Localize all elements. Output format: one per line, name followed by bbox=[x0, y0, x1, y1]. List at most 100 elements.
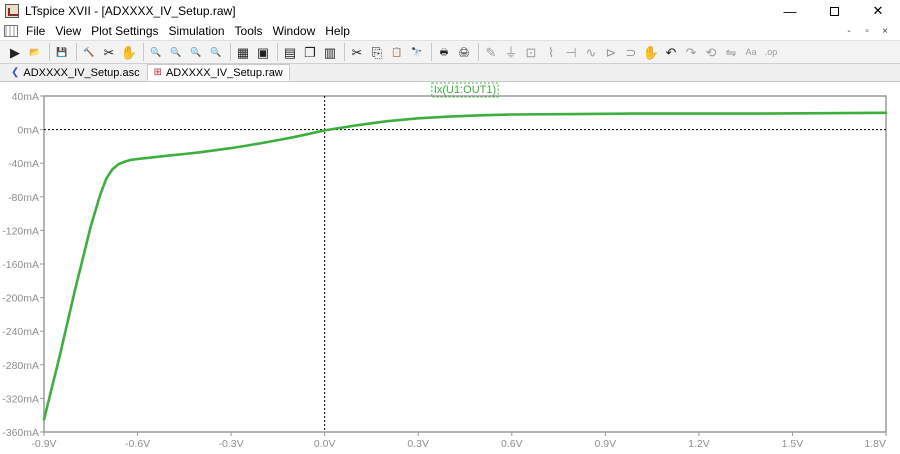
x-tick-label: 0.3V bbox=[407, 438, 429, 450]
autorange-button[interactable]: ▦ bbox=[234, 43, 252, 61]
mirror-button[interactable]: ⇋ bbox=[722, 43, 740, 61]
cascade-icon: ❐ bbox=[304, 44, 316, 60]
toolbar: ▶ 📂 💾 🔨 ✂ ✋ 🔍 🔍 🔍 🔍 ▦ ▣ ▤ ❐ ▥ ✂ ⎘ 📋 🔭 🖶 🖨 ✎ ⏚ ⊡ ⌇ ⊣ ∿ ⊳ ⊃ ✋ ↶ ↷ ⟲ ⇋ Aa .op bbox=[0, 40, 900, 64]
resistor-button[interactable]: ⌇ bbox=[542, 43, 560, 61]
tile-vertical-icon: ▥ bbox=[323, 44, 337, 60]
y-tick-label: -120mA bbox=[2, 225, 39, 237]
schematic-icon: ❮ bbox=[11, 67, 20, 78]
menu-window[interactable]: Window bbox=[268, 24, 321, 38]
paste-icon: 📋 bbox=[391, 46, 403, 57]
ground-button[interactable]: ⏚ bbox=[502, 43, 520, 61]
marker-button[interactable]: ▣ bbox=[254, 43, 272, 61]
x-tick-label: 0.0V bbox=[314, 438, 336, 450]
tab-waveform[interactable]: ⊞ ADXXXX_IV_Setup.raw bbox=[146, 64, 290, 81]
text-button[interactable]: Aa bbox=[742, 43, 760, 61]
tab-schematic-label: ADXXXX_IV_Setup.asc bbox=[23, 66, 140, 79]
drag-button[interactable]: ✋ bbox=[642, 43, 660, 61]
rotate-button[interactable]: ⟲ bbox=[702, 43, 720, 61]
diode-button[interactable]: ⊳ bbox=[602, 43, 620, 61]
toolbar-separator bbox=[478, 43, 479, 61]
undo-button[interactable]: ↶ bbox=[662, 43, 680, 61]
spice-directive-icon: .op bbox=[764, 46, 778, 57]
redo-button[interactable]: ↷ bbox=[682, 43, 700, 61]
x-tick-label: 0.6V bbox=[501, 438, 523, 450]
menu-plot-settings[interactable]: Plot Settings bbox=[86, 24, 163, 38]
tab-schematic[interactable]: ❮ ADXXXX_IV_Setup.asc bbox=[4, 64, 147, 81]
zoom-out-button[interactable]: 🔍 bbox=[167, 43, 185, 61]
x-tick-label: -0.6V bbox=[125, 438, 150, 450]
copy-icon: ⎘ bbox=[371, 44, 383, 60]
mdi-restore-button[interactable]: ▫ bbox=[860, 24, 874, 38]
maximize-button[interactable] bbox=[812, 0, 856, 22]
toolbar-separator bbox=[344, 43, 345, 61]
cascade-button[interactable]: ❐ bbox=[301, 43, 319, 61]
zoom-fit-button[interactable]: 🔍 bbox=[187, 43, 205, 61]
window-title: LTspice XVII - [ADXXXX_IV_Setup.raw] bbox=[25, 4, 236, 18]
mdi-minimize-button[interactable]: - bbox=[842, 24, 856, 38]
toolbar-separator bbox=[277, 43, 278, 61]
print-setup-icon: 🖨 bbox=[458, 46, 470, 57]
run-button[interactable]: ▶ bbox=[6, 43, 24, 61]
zoom-cancel-button[interactable]: 🔍 bbox=[207, 43, 225, 61]
toolbar-separator bbox=[76, 43, 77, 61]
autorange-icon: ▦ bbox=[236, 44, 250, 60]
open-icon: 📂 bbox=[29, 46, 41, 57]
document-tabs: ❮ ADXXXX_IV_Setup.asc ⊞ ADXXXX_IV_Setup.… bbox=[0, 64, 900, 82]
maximize-icon bbox=[829, 6, 839, 16]
tile-horizontal-icon: ▤ bbox=[283, 44, 297, 60]
paste-button[interactable]: 📋 bbox=[388, 43, 406, 61]
close-button[interactable]: ✕ bbox=[856, 0, 900, 22]
control-panel-button[interactable]: 🔨 bbox=[80, 43, 98, 61]
document-icon[interactable] bbox=[4, 25, 18, 37]
menu-help[interactable]: Help bbox=[320, 24, 355, 38]
trace-label[interactable]: Ix(U1:OUT1) bbox=[434, 84, 496, 96]
print-setup-button[interactable]: 🖨 bbox=[455, 43, 473, 61]
menu-file[interactable]: File bbox=[21, 24, 50, 38]
cut-icon: ✂ bbox=[351, 44, 363, 60]
rotate-icon: ⟲ bbox=[705, 44, 717, 60]
toolbar-separator bbox=[230, 43, 231, 61]
spice-directive-button[interactable]: .op bbox=[762, 43, 780, 61]
x-tick-label: 1.2V bbox=[688, 438, 710, 450]
find-button[interactable]: 🔭 bbox=[408, 43, 426, 61]
undo-icon: ↶ bbox=[665, 44, 677, 60]
ltspice-app-icon bbox=[5, 4, 19, 18]
pan-button[interactable]: ✋ bbox=[120, 43, 138, 61]
halt-button[interactable]: ✂ bbox=[100, 43, 118, 61]
capacitor-button[interactable]: ⊣ bbox=[562, 43, 580, 61]
zoom-in-button[interactable]: 🔍 bbox=[147, 43, 165, 61]
wire-button[interactable]: ✎ bbox=[482, 43, 500, 61]
menu-view[interactable]: View bbox=[50, 24, 86, 38]
open-button[interactable]: 📂 bbox=[26, 43, 44, 61]
waveform-plot-pane[interactable]: 40mA 0mA -40mA -80mA -120mA -160mA -200mA -240m… bbox=[0, 82, 900, 454]
minimize-button[interactable]: — bbox=[768, 0, 812, 22]
cut-button[interactable]: ✂ bbox=[348, 43, 366, 61]
wire-icon: ✎ bbox=[485, 44, 497, 60]
component-button[interactable]: ⊃ bbox=[622, 43, 640, 61]
menu-simulation[interactable]: Simulation bbox=[164, 24, 230, 38]
find-icon: 🔭 bbox=[411, 46, 423, 57]
inductor-button[interactable]: ∿ bbox=[582, 43, 600, 61]
pan-icon: ✋ bbox=[120, 44, 138, 60]
y-tick-label: -80mA bbox=[8, 192, 39, 204]
run-icon: ▶ bbox=[10, 44, 20, 60]
save-button[interactable]: 💾 bbox=[53, 43, 71, 61]
tile-vertical-button[interactable]: ▥ bbox=[321, 43, 339, 61]
y-tick-label: -40mA bbox=[8, 158, 39, 170]
inductor-icon: ∿ bbox=[585, 44, 597, 60]
copy-button[interactable]: ⎘ bbox=[368, 43, 386, 61]
waveform-plot[interactable]: 40mA 0mA -40mA -80mA -120mA -160mA -200mA -240m… bbox=[0, 82, 900, 454]
label-net-button[interactable]: ⊡ bbox=[522, 43, 540, 61]
title-bar: LTspice XVII - [ADXXXX_IV_Setup.raw] — ✕ bbox=[0, 0, 900, 22]
x-tick-label: 0.9V bbox=[595, 438, 617, 450]
zoom-out-icon: 🔍 bbox=[170, 46, 182, 57]
save-icon: 💾 bbox=[56, 46, 68, 57]
print-button[interactable]: 🖶 bbox=[435, 43, 453, 61]
toolbar-separator bbox=[49, 43, 50, 61]
resistor-icon: ⌇ bbox=[547, 44, 555, 60]
mdi-close-button[interactable]: × bbox=[878, 24, 892, 38]
toolbar-separator bbox=[143, 43, 144, 61]
menu-tools[interactable]: Tools bbox=[230, 24, 268, 38]
tile-horizontal-button[interactable]: ▤ bbox=[281, 43, 299, 61]
y-tick-label: -240mA bbox=[2, 326, 39, 338]
